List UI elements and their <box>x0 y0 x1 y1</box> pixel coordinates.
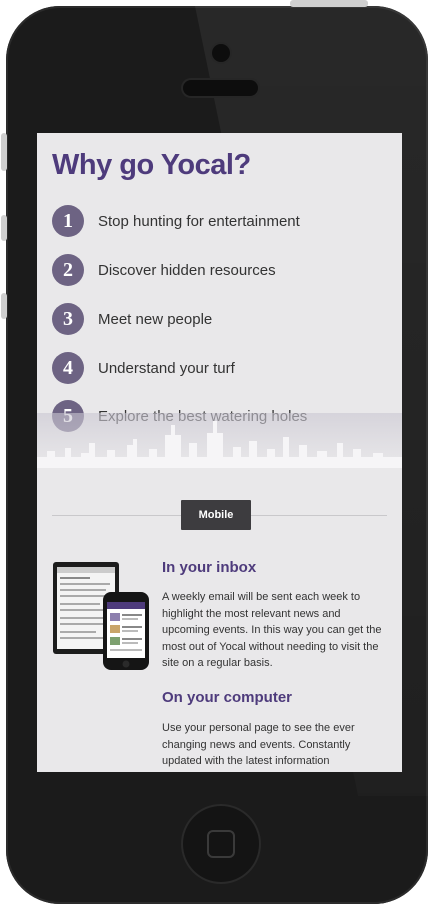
reason-text: Meet new people <box>98 311 213 328</box>
mute-switch <box>1 133 7 171</box>
reason-number-badge: 2 <box>52 254 84 286</box>
reason-text: Stop hunting for entertainment <box>98 213 300 230</box>
devices-illustration <box>53 562 149 670</box>
home-square-icon <box>207 830 235 858</box>
city-skyline-illustration <box>37 413 402 468</box>
section-title-inbox: In your inbox <box>162 559 257 576</box>
volume-down-button <box>1 293 7 319</box>
section-body-inbox: A weekly email will be sent each week to… <box>162 591 382 669</box>
divider-left <box>52 515 181 516</box>
section-title-computer: On your computer <box>162 689 293 706</box>
divider-right <box>251 515 387 516</box>
section-body-computer: Use your personal page to see the ever c… <box>162 722 355 767</box>
reason-number-badge: 1 <box>52 205 84 237</box>
page-title: Why go Yocal? <box>52 149 251 181</box>
reason-number-badge: 4 <box>52 352 84 384</box>
phone-screen: Why go Yocal? 1 Stop hunting for enterta… <box>37 133 402 772</box>
speaker-grille <box>183 80 258 96</box>
reason-text: Discover hidden resources <box>98 262 276 279</box>
reason-number-badge: 3 <box>52 303 84 335</box>
volume-up-button <box>1 215 7 241</box>
power-button <box>290 0 368 7</box>
mobile-tab-button[interactable]: Mobile <box>181 500 251 530</box>
reason-text: Understand your turf <box>98 360 235 377</box>
front-camera-icon <box>212 44 230 62</box>
